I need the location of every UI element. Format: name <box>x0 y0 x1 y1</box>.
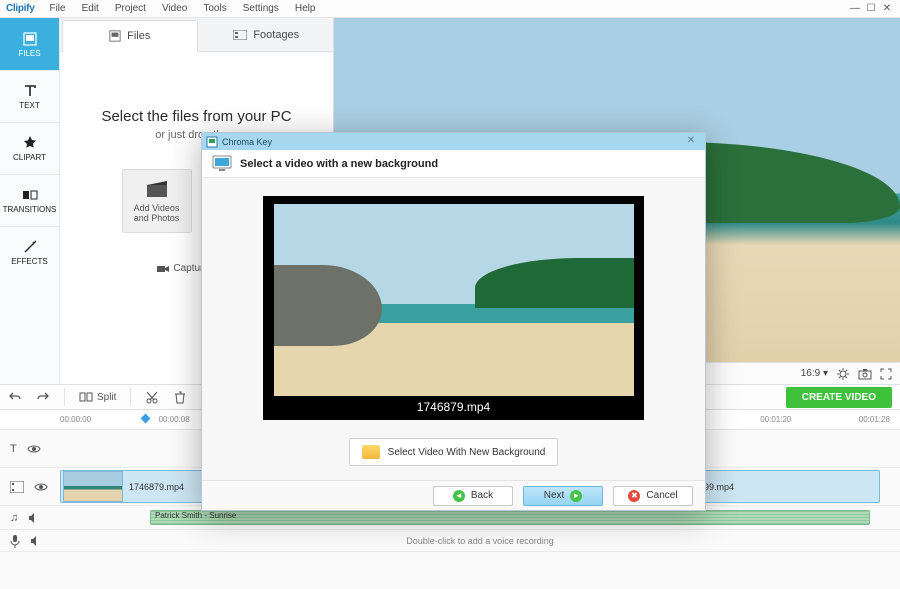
dialog-app-icon <box>206 136 218 148</box>
cancel-label: Cancel <box>646 490 677 501</box>
dialog-titlebar[interactable]: Chroma Key ✕ <box>202 133 705 150</box>
video-frame: 1746879.mp4 <box>263 196 644 420</box>
select-video-button[interactable]: Select Video With New Background <box>349 438 559 466</box>
cancel-icon: ✖ <box>628 490 640 502</box>
next-button[interactable]: Next ► <box>523 486 603 506</box>
video-filename: 1746879.mp4 <box>417 396 490 420</box>
video-preview-image <box>274 204 634 396</box>
next-arrow-icon: ► <box>570 490 582 502</box>
next-label: Next <box>544 490 565 501</box>
dialog-header: Select a video with a new background <box>202 150 705 178</box>
chroma-key-dialog: Chroma Key ✕ Select a video with a new b… <box>201 132 706 511</box>
app-window: Clipify File Edit Project Video Tools Se… <box>0 0 900 589</box>
folder-icon <box>362 445 380 459</box>
select-video-label: Select Video With New Background <box>388 447 546 458</box>
dialog-title: Select a video with a new background <box>240 158 438 170</box>
dialog-footer: ◄ Back Next ► ✖ Cancel <box>202 480 705 510</box>
back-arrow-icon: ◄ <box>453 490 465 502</box>
back-button[interactable]: ◄ Back <box>433 486 513 506</box>
dialog-close-button[interactable]: ✕ <box>681 135 701 148</box>
back-label: Back <box>471 490 493 501</box>
cancel-button[interactable]: ✖ Cancel <box>613 486 693 506</box>
monitor-icon <box>212 155 232 173</box>
dialog-window-title: Chroma Key <box>222 137 272 147</box>
